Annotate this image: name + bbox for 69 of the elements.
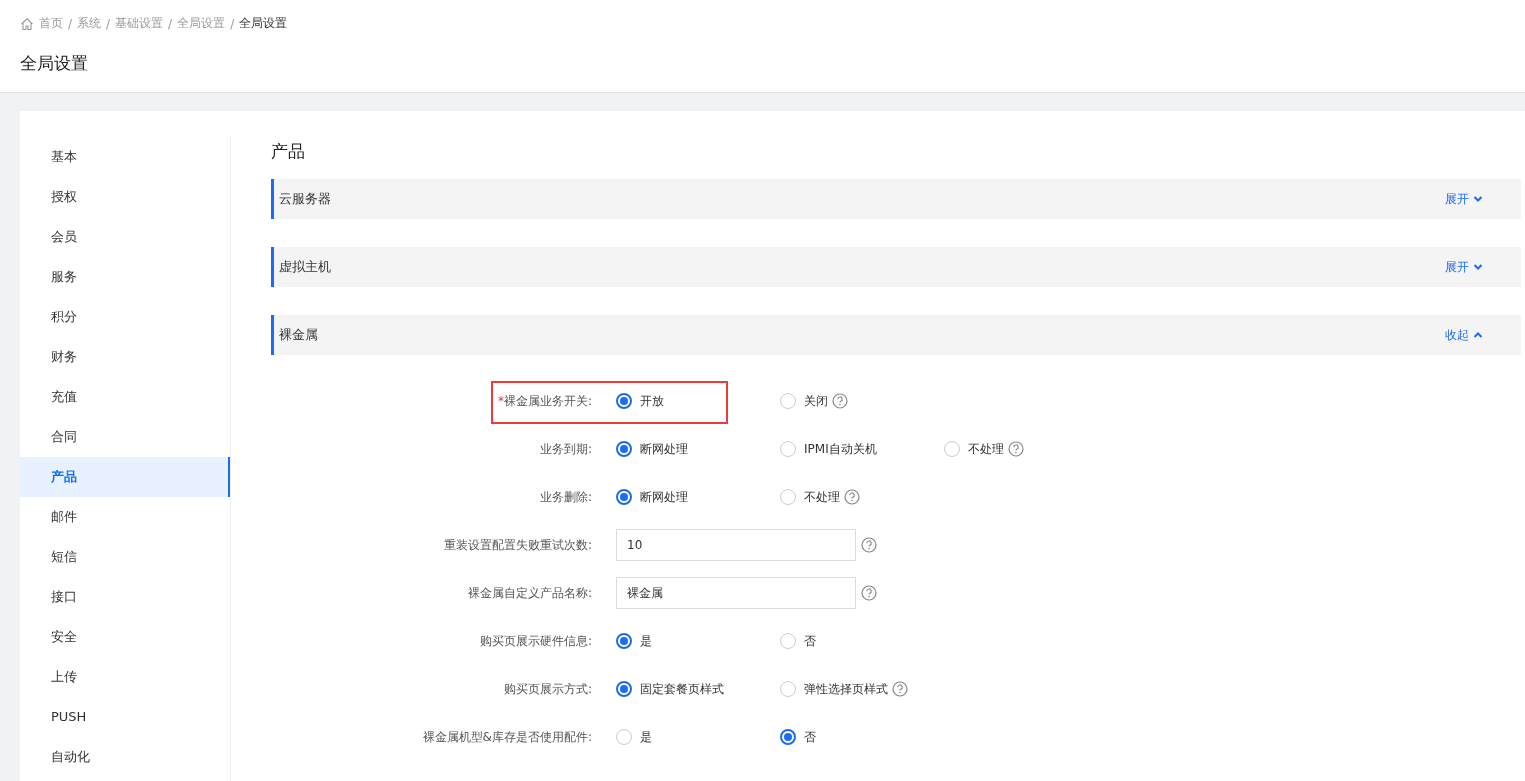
breadcrumb-separator: / <box>68 16 73 31</box>
radio-label: IPMI自动关机 <box>804 440 877 458</box>
field-label: 重装设置配置失败重试次数: <box>443 537 592 552</box>
radio-label: 断网处理 <box>640 488 688 506</box>
help-icon[interactable] <box>1008 441 1024 457</box>
chevron-down-icon <box>1473 263 1483 271</box>
sidebar-item[interactable]: 服务 <box>20 257 230 297</box>
collapsible-title: 虚拟主机 <box>279 258 331 276</box>
sidebar-item[interactable]: 充值 <box>20 377 230 417</box>
sidebar-item[interactable]: 合同 <box>20 417 230 457</box>
input-field[interactable]: 10 <box>616 529 856 561</box>
help-icon[interactable] <box>844 489 860 505</box>
sidebar-item[interactable]: 基本 <box>20 137 230 177</box>
required-mark: * <box>497 393 504 408</box>
radio-button[interactable] <box>780 729 796 745</box>
radio-button[interactable] <box>616 441 632 457</box>
radio-button[interactable] <box>616 393 632 409</box>
sidebar-item[interactable]: 接口 <box>20 577 230 617</box>
radio-label: 断网处理 <box>640 440 688 458</box>
field-label: 裸金属机型&库存是否使用配件: <box>422 729 592 744</box>
sidebar-item[interactable]: 积分 <box>20 297 230 337</box>
collapsible-title: 云服务器 <box>279 190 331 208</box>
radio-label: 弹性选择页样式 <box>804 680 888 698</box>
help-icon[interactable] <box>861 537 877 553</box>
home-icon[interactable] <box>20 16 34 31</box>
help-icon[interactable] <box>832 393 848 409</box>
input-field[interactable]: 裸金属 <box>616 577 856 609</box>
radio-label: 固定套餐页样式 <box>640 680 724 698</box>
sidebar-item[interactable]: 短信 <box>20 537 230 577</box>
radio-button[interactable] <box>616 681 632 697</box>
toggle-link[interactable]: 展开 <box>1445 190 1483 208</box>
collapsible-title: 裸金属 <box>279 326 318 344</box>
radio-label: 不处理 <box>968 440 1004 458</box>
radio-button[interactable] <box>616 489 632 505</box>
sidebar-item[interactable]: 产品 <box>20 457 230 497</box>
sidebar-item[interactable]: 邮件 <box>20 497 230 537</box>
field-label: 业务到期: <box>539 441 592 456</box>
help-icon[interactable] <box>861 585 877 601</box>
radio-label: 关闭 <box>804 392 828 410</box>
radio-label: 否 <box>804 728 816 746</box>
radio-button[interactable] <box>616 633 632 649</box>
field-label: 购买页展示方式: <box>503 681 592 696</box>
radio-label: 否 <box>804 632 816 650</box>
radio-label: 开放 <box>640 392 664 410</box>
field-label: 业务删除: <box>539 489 592 504</box>
breadcrumb-separator: / <box>168 16 173 31</box>
breadcrumb-item: 全局设置 <box>239 15 288 32</box>
toggle-link[interactable]: 展开 <box>1445 258 1483 276</box>
breadcrumb-separator: / <box>230 16 235 31</box>
sidebar-item[interactable]: 财务 <box>20 337 230 377</box>
radio-label: 不处理 <box>804 488 840 506</box>
help-icon[interactable] <box>892 681 908 697</box>
breadcrumb-separator: / <box>106 16 111 31</box>
field-label: 裸金属自定义产品名称: <box>467 585 592 600</box>
page-title: 全局设置 <box>20 52 89 75</box>
radio-label: 是 <box>640 728 652 746</box>
sidebar-item[interactable]: 自动化 <box>20 737 230 777</box>
field-label: 购买页展示硬件信息: <box>479 633 592 648</box>
chevron-up-icon <box>1473 331 1483 339</box>
chevron-down-icon <box>1473 195 1483 203</box>
sidebar-item[interactable]: 安全 <box>20 617 230 657</box>
sidebar-item[interactable]: 会员 <box>20 217 230 257</box>
sidebar-item[interactable]: PUSH <box>20 697 230 737</box>
toggle-link[interactable]: 收起 <box>1445 326 1483 344</box>
field-label: 裸金属业务开关: <box>503 393 592 408</box>
sidebar-item[interactable]: 授权 <box>20 177 230 217</box>
section-heading: 产品 <box>271 140 306 163</box>
sidebar-item[interactable]: 上传 <box>20 657 230 697</box>
radio-label: 是 <box>640 632 652 650</box>
